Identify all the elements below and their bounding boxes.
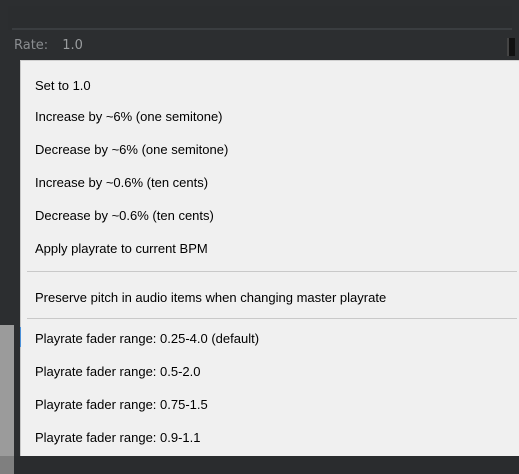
app-background: Rate: 1.0 Set to 1.0 Increase by ~6% (on… bbox=[0, 0, 519, 474]
menu-item-fader-range-default[interactable]: Playrate fader range: 0.25-4.0 (default) bbox=[21, 324, 519, 352]
rate-label: Rate: bbox=[14, 37, 49, 53]
menu-item-decrease-ten-cents[interactable]: Decrease by ~0.6% (ten cents) bbox=[21, 201, 519, 229]
menu-separator bbox=[27, 271, 517, 272]
rate-value: 1.0 bbox=[62, 37, 83, 53]
menu-separator bbox=[27, 318, 517, 319]
menu-item-fader-range-0-75[interactable]: Playrate fader range: 0.75-1.5 bbox=[21, 390, 519, 418]
menu-item-label: Playrate fader range: 0.75-1.5 bbox=[35, 396, 208, 412]
playrate-display[interactable]: Rate: 1.0 bbox=[14, 34, 83, 56]
menu-item-label: Set to 1.0 bbox=[35, 77, 91, 93]
menu-item-apply-to-bpm[interactable]: Apply playrate to current BPM bbox=[21, 234, 519, 262]
menu-item-label: Decrease by ~0.6% (ten cents) bbox=[35, 207, 214, 223]
menu-item-label: Preserve pitch in audio items when chang… bbox=[35, 289, 387, 305]
menu-item-label: Decrease by ~6% (one semitone) bbox=[35, 141, 229, 157]
menu-item-increase-semitone[interactable]: Increase by ~6% (one semitone) bbox=[21, 102, 519, 130]
menu-item-label: Playrate fader range: 0.9-1.1 bbox=[35, 429, 201, 445]
menu-item-increase-ten-cents[interactable]: Increase by ~0.6% (ten cents) bbox=[21, 168, 519, 196]
toolbar-divider bbox=[12, 28, 512, 30]
menu-item-preserve-pitch[interactable]: Preserve pitch in audio items when chang… bbox=[21, 283, 519, 311]
rate-fader-handle[interactable] bbox=[507, 38, 515, 56]
menu-item-set-to-1[interactable]: Set to 1.0 bbox=[21, 71, 519, 99]
menu-item-fader-range-0-9[interactable]: Playrate fader range: 0.9-1.1 bbox=[21, 423, 519, 451]
menu-item-label: Apply playrate to current BPM bbox=[35, 240, 208, 256]
menu-item-decrease-semitone[interactable]: Decrease by ~6% (one semitone) bbox=[21, 135, 519, 163]
playrate-context-menu: Set to 1.0 Increase by ~6% (one semitone… bbox=[20, 60, 519, 456]
menu-item-label: Increase by ~6% (one semitone) bbox=[35, 108, 223, 124]
menu-item-label: Increase by ~0.6% (ten cents) bbox=[35, 174, 209, 190]
menu-item-fader-range-0-5[interactable]: Playrate fader range: 0.5-2.0 bbox=[21, 357, 519, 385]
menu-item-label: Playrate fader range: 0.5-2.0 bbox=[35, 363, 201, 379]
bottom-strip bbox=[0, 456, 519, 474]
toolbar-strip bbox=[8, 6, 512, 30]
left-panel-edge bbox=[0, 325, 14, 458]
menu-item-label: Playrate fader range: 0.25-4.0 (default) bbox=[35, 330, 260, 346]
